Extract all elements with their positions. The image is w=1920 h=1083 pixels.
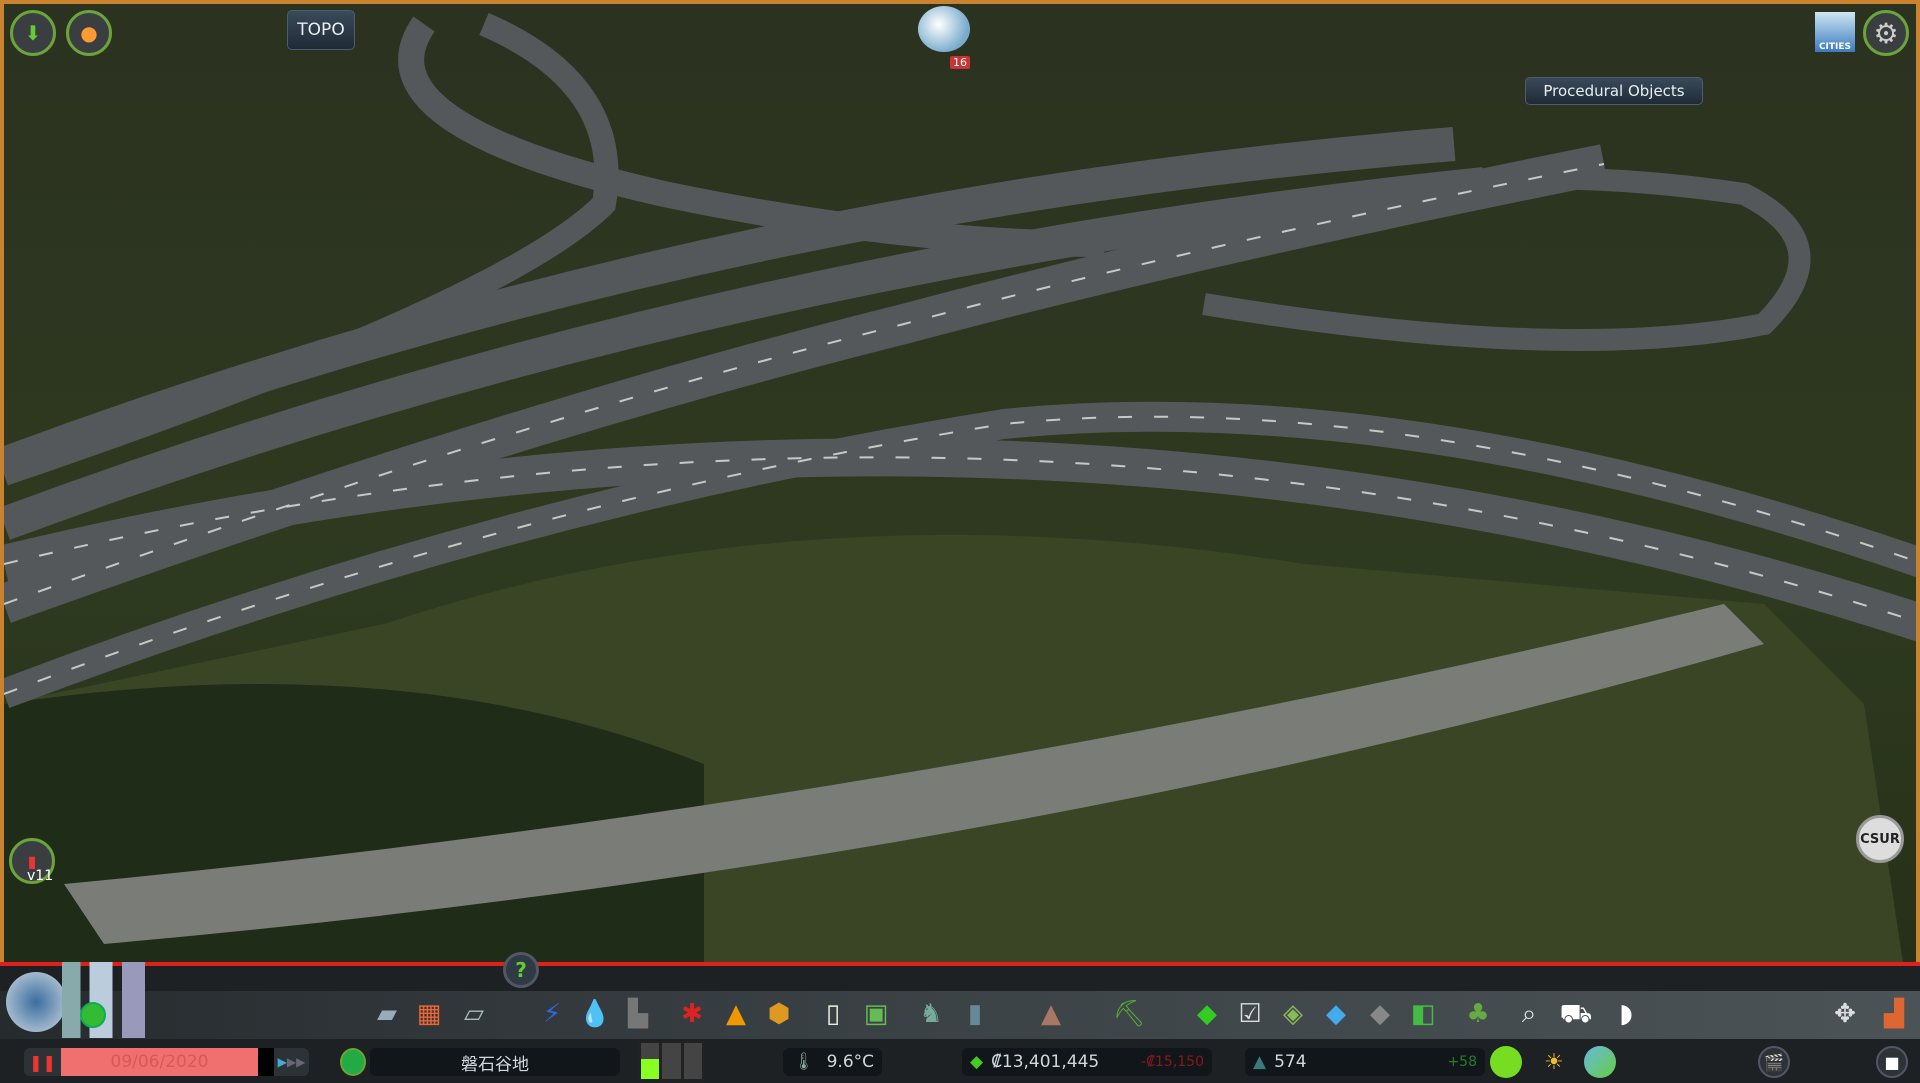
date-progress [258,1048,274,1076]
traffic-manager-version: v11 [27,868,54,884]
trees-icon[interactable]: ♣ [1460,994,1496,1034]
residential-demand-bar [641,1043,660,1079]
water-surface-icon[interactable]: ◆ [1318,994,1354,1034]
city-info-button[interactable] [6,972,66,1032]
money-icon: ◆ [970,1052,984,1072]
topo-button[interactable]: TOPO [287,10,355,50]
thermometer-icon: 🌡 [793,1052,815,1072]
cinematic-camera-icon[interactable]: 🎬 [1758,1046,1790,1078]
unlock-icon[interactable] [80,1002,106,1028]
terrain-icon[interactable]: ◆ [1362,994,1398,1034]
csur-button[interactable]: CSUR [1856,815,1904,863]
industrial-demand-bar [683,1043,702,1079]
procedural-objects-button[interactable]: Procedural Objects [1525,77,1703,105]
parks-icon[interactable]: ♞ [913,994,949,1034]
help-button[interactable]: ? [503,952,539,988]
move-it-icon[interactable]: ✥ [1827,994,1863,1034]
settings-button[interactable]: ⚙ [1863,10,1909,56]
chirper-button[interactable]: 16 [918,6,974,69]
speed-button[interactable]: ▶ ▶▶ [274,1048,309,1076]
monuments-icon[interactable]: ▮ [957,994,993,1034]
public-transport-icon[interactable]: ▣ [858,994,894,1034]
happiness-icon[interactable] [1490,1046,1522,1078]
city-skyline-icon [62,962,154,1038]
cities-logo[interactable]: CITIES [1815,12,1855,52]
unique-buildings-icon[interactable]: ▲ [1033,994,1069,1034]
districts-icon[interactable]: ▱ [456,994,492,1034]
areas-icon[interactable]: ◧ [1405,994,1441,1034]
temperature-value: 9.6°C [826,1052,874,1072]
search-icon[interactable]: ⌕ [1511,994,1547,1034]
population-change: +58 [1447,1054,1477,1070]
free-camera-icon[interactable]: ■ [1876,1046,1908,1078]
map-outline-icon[interactable]: ◗ [1608,994,1644,1034]
commercial-demand-bar [662,1043,681,1079]
education-icon[interactable]: ▯ [815,994,851,1034]
money-display[interactable]: ◆ ₡13,401,445 -₡15,150 [962,1048,1212,1076]
chirp-toggle-button[interactable] [340,1048,366,1076]
chirper-badge: 16 [950,56,970,69]
money-change: -₡15,150 [1141,1054,1204,1070]
fire-department-icon[interactable]: ▲ [718,994,754,1034]
chirper-bird-icon [918,6,970,52]
pause-button[interactable]: ❚❚ [24,1048,61,1076]
rci-demand-meter [639,1041,704,1081]
terrain-tool-button[interactable]: ⬇ [10,10,56,56]
money-value: ₡13,401,445 [991,1052,1100,1072]
bulldozer-icon[interactable]: ▟ [1876,994,1912,1034]
traffic-icon[interactable]: ⛟ [1558,994,1594,1034]
healthcare-icon[interactable]: ✱ [674,994,710,1034]
roads-icon[interactable]: ▰ [369,994,405,1034]
landscaping-icon[interactable]: ⛏ [1111,994,1147,1034]
gear-icon: ⚙ [1873,16,1899,50]
electricity-icon[interactable]: ⚡ [534,994,570,1034]
map-icon[interactable] [1584,1046,1616,1078]
game-viewport[interactable] [0,0,1920,966]
city-name[interactable]: 磐石谷地 [370,1048,620,1076]
water-icon[interactable]: 💧 [577,994,613,1034]
zoning-icon[interactable]: ▦ [411,994,447,1034]
weather-icon[interactable]: ☀ [1538,1046,1570,1078]
date-display: 09/06/2020 [61,1048,258,1076]
policies-icon[interactable]: ☑ [1232,994,1268,1034]
population-display[interactable]: ▲ 574 +58 [1245,1048,1485,1076]
temperature-display: 🌡 9.6°C [783,1048,882,1076]
police-icon[interactable]: ⬢ [761,994,797,1034]
fire-icon: ● [80,21,98,45]
money-icon[interactable]: ◆ [1189,994,1225,1034]
fire-info-button[interactable]: ● [66,10,112,56]
terrain-icon: ⬇ [24,21,42,45]
population-icon: ▲ [1253,1052,1267,1072]
resources-icon[interactable]: ◈ [1275,994,1311,1034]
population-value: 574 [1274,1052,1307,1072]
garbage-icon[interactable]: ▙ [620,994,656,1034]
